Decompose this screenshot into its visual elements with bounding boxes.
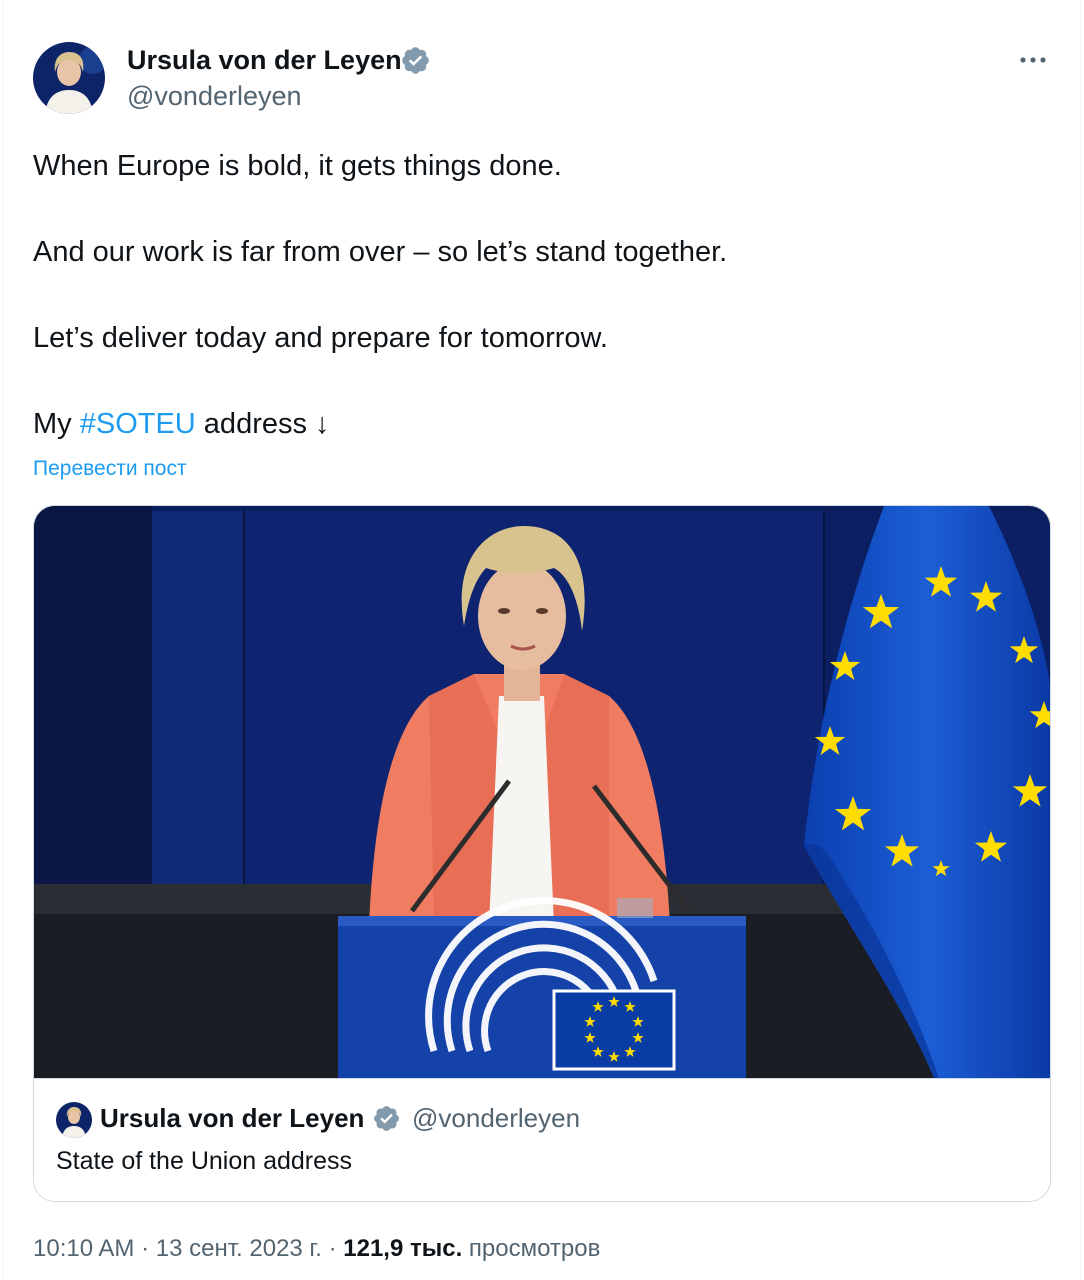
hashtag-link[interactable]: #SOTEU <box>80 408 196 440</box>
verified-badge-icon <box>400 45 431 76</box>
views-count: 121,9 тыс. <box>343 1235 463 1262</box>
card-author-avatar <box>56 1102 92 1138</box>
views-label: просмотров <box>462 1235 601 1262</box>
translate-post-link[interactable]: Перевести пост <box>33 455 187 483</box>
tweet-date[interactable]: 13 сент. 2023 г. <box>156 1235 322 1262</box>
tweet-line-4-prefix: My <box>33 408 80 440</box>
tweet-line-4: My #SOTEU address ↓ <box>33 403 1043 446</box>
tweet-line-4-suffix: address ↓ <box>195 408 330 440</box>
card-title: State of the Union address <box>56 1147 353 1175</box>
video-thumbnail[interactable] <box>34 506 1050 1078</box>
meta-separator: · <box>321 1235 344 1262</box>
tweet-line-1: When Europe is bold, it gets things done… <box>33 150 562 182</box>
verified-badge-icon <box>372 1104 401 1133</box>
tweet-meta: 10:10 AM · 13 сент. 2023 г. · 121,9 тыс.… <box>33 1233 600 1265</box>
author-avatar[interactable] <box>33 42 105 114</box>
tweet-line-2: And our work is far from over – so let’s… <box>33 236 728 268</box>
author-name[interactable]: Ursula von der Leyen <box>127 44 402 76</box>
tweet-line-3: Let’s deliver today and prepare for tomo… <box>33 322 608 354</box>
card-author-name: Ursula von der Leyen <box>100 1103 365 1133</box>
author-handle[interactable]: @vonderleyen <box>127 80 302 112</box>
more-options-icon[interactable] <box>1015 42 1051 78</box>
video-card[interactable]: Ursula von der Leyen @vonderleyen State … <box>33 505 1051 1202</box>
card-author-handle: @vonderleyen <box>412 1103 581 1133</box>
meta-separator: · <box>134 1235 156 1262</box>
card-info[interactable]: Ursula von der Leyen @vonderleyen State … <box>34 1078 1050 1201</box>
tweet-text: When Europe is bold, it gets things done… <box>33 145 1043 446</box>
tweet-time[interactable]: 10:10 AM <box>33 1235 134 1262</box>
